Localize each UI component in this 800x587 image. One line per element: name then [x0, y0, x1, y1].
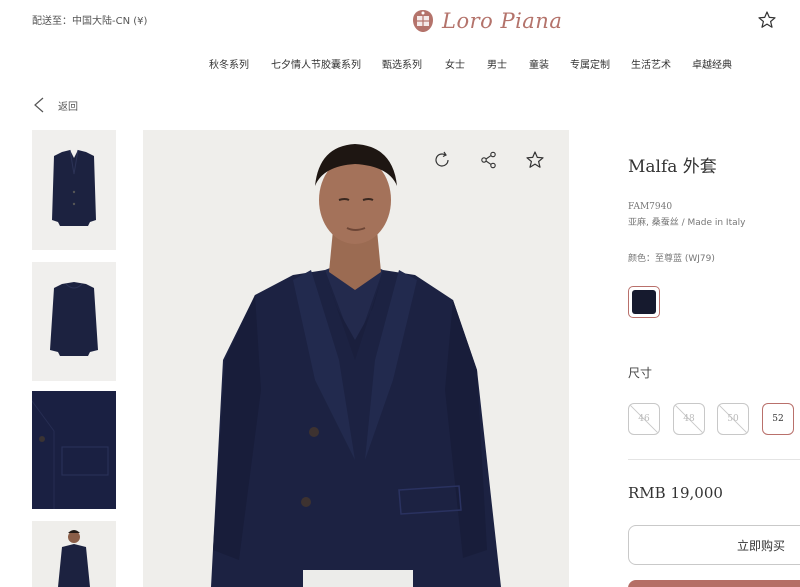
size-option-label: 48	[683, 414, 695, 424]
back-label: 返回	[58, 101, 78, 113]
nav-item-men[interactable]: 男士	[487, 56, 507, 71]
color-label: 颜色：至尊蓝 (WJ79)	[628, 254, 715, 264]
product-code: FAM7940	[628, 202, 673, 212]
star-outline-icon[interactable]	[525, 150, 545, 170]
nav-item-kids[interactable]: 童装	[529, 56, 549, 71]
nav-item-women[interactable]: 女士	[445, 56, 465, 71]
share-icon[interactable]	[479, 150, 499, 170]
size-option-label: 50	[727, 414, 739, 424]
size-option-label: 46	[638, 414, 650, 424]
main-nav: 秋冬系列 七夕情人节胶囊系列 甄选系列 女士 男士 童装 专属定制 生活艺术 卓…	[0, 56, 800, 78]
product-material: 亚麻, 桑蚕丝 / Made in Italy	[628, 218, 746, 228]
color-swatch-navy[interactable]	[628, 286, 660, 318]
thumbnail-model[interactable]	[32, 521, 116, 587]
fabric-detail-image	[32, 391, 116, 509]
nav-item-qixi-capsule[interactable]: 七夕情人节胶囊系列	[271, 56, 361, 71]
product-hero-image[interactable]	[143, 130, 569, 587]
brand-logo[interactable]: Loro Piana	[410, 4, 562, 38]
nav-item-icons[interactable]: 卓越经典	[692, 56, 732, 71]
jacket-front-image	[32, 130, 116, 250]
site-header: 配送至：中国大陆-CN (¥) Loro Piana 秋冬系列 七夕情人节胶囊系…	[0, 0, 800, 82]
divider	[628, 459, 800, 460]
model-wearing-jacket-image	[143, 130, 569, 587]
brand-wordmark: Loro Piana	[442, 9, 563, 33]
wishlist-star-icon[interactable]	[757, 10, 777, 30]
thumbnail-back[interactable]	[32, 262, 116, 381]
nav-item-selected[interactable]: 甄选系列	[382, 56, 422, 71]
ship-to-selector[interactable]: 配送至：中国大陆-CN (¥)	[32, 12, 147, 27]
size-option-46[interactable]: 46	[628, 403, 660, 435]
size-option-48[interactable]: 48	[673, 403, 705, 435]
nav-item-living[interactable]: 生活艺术	[631, 56, 671, 71]
thumbnail-detail[interactable]	[32, 391, 116, 509]
model-full-body-image	[32, 521, 116, 587]
chevron-left-icon	[34, 97, 44, 113]
size-option-52[interactable]: 52	[762, 403, 794, 435]
size-option-50[interactable]: 50	[717, 403, 749, 435]
product-title: Malfa 外套	[628, 157, 717, 177]
buy-now-button[interactable]: 立即购买	[628, 525, 800, 565]
nav-item-fall-winter[interactable]: 秋冬系列	[209, 56, 249, 71]
brand-seal-icon	[413, 10, 433, 32]
size-option-label: 52	[772, 414, 784, 424]
rotate-360-icon[interactable]	[432, 150, 452, 170]
add-to-bag-button[interactable]	[628, 580, 800, 587]
product-price: RMB 19,000	[628, 484, 723, 502]
back-link[interactable]: 返回	[32, 96, 78, 114]
jacket-back-image	[32, 262, 116, 381]
color-swatch-fill	[632, 290, 656, 314]
nav-item-bespoke[interactable]: 专属定制	[570, 56, 610, 71]
thumbnail-front[interactable]	[32, 130, 116, 250]
size-label: 尺寸	[628, 366, 653, 380]
